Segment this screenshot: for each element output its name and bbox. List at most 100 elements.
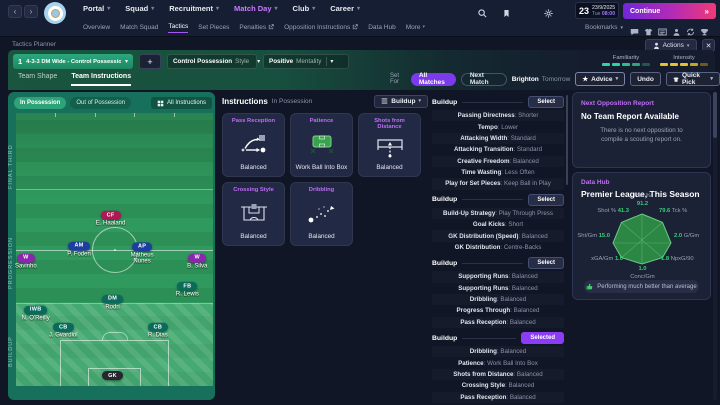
subnav-tactics[interactable]: Tactics <box>168 23 188 33</box>
card-crossing-style[interactable]: Crossing Style Balanced <box>222 182 285 246</box>
role-badge: W <box>17 253 35 262</box>
date-time: 08:00 <box>602 11 615 17</box>
player-name: P. Foden <box>60 251 98 258</box>
continue-button[interactable]: Continue » <box>623 3 716 19</box>
nav-item-club[interactable]: Club▾ <box>293 4 316 13</box>
subnav-match-squad[interactable]: Match Squad <box>120 24 158 33</box>
game-date[interactable]: 23 23/9/2025 Tue08:00 <box>575 2 619 19</box>
quick-pick-button[interactable]: Quick Pick ▾ <box>666 72 720 86</box>
nav-item-match-day[interactable]: Match Day▾ <box>234 4 278 13</box>
player-fb[interactable]: FB R. Lewis <box>165 282 209 299</box>
tab-team-instructions[interactable]: Team Instructions <box>71 73 131 86</box>
phase-dropdown[interactable]: Buildup ▾ <box>374 95 428 108</box>
subnav-more[interactable]: More▾ <box>406 24 425 33</box>
player-cb-left[interactable]: CB J. Gvardiol <box>41 323 85 340</box>
window-scrollbar-thumb[interactable] <box>713 92 717 138</box>
tactics-pitch[interactable]: CF E. Haaland AM P. Foden AP Matheus Nun… <box>16 113 213 386</box>
gear-icon[interactable] <box>540 7 556 19</box>
tab-team-shape[interactable]: Team Shape <box>18 73 57 86</box>
chevron-down-icon: ▾ <box>710 76 713 82</box>
report-panel-title: Next Opposition Report <box>581 100 702 107</box>
instruction-row[interactable]: Supporting RunsBalanced <box>432 271 564 282</box>
chevron-down-icon: ▾ <box>151 5 154 12</box>
instruction-row[interactable]: Supporting RunsBalanced <box>432 283 564 294</box>
subnav-label: Overview <box>83 24 110 31</box>
card-shots-from-distance[interactable]: Shots from Distance Balanced <box>358 113 421 177</box>
instruction-row[interactable]: Creative FreedomBalanced <box>432 156 564 167</box>
subnav-opposition-instructions[interactable]: Opposition Instructions <box>284 24 358 33</box>
player-am[interactable]: AM P. Foden <box>57 241 101 258</box>
style-dropdown[interactable]: Control Possession Style ▾ <box>167 54 257 69</box>
card-dribbling[interactable]: Dribbling Balanced <box>290 182 353 246</box>
role-badge: AM <box>68 241 89 250</box>
role-badge: IWB <box>24 305 48 314</box>
history-forward-button[interactable]: › <box>24 5 38 18</box>
instruction-row[interactable]: Crossing StyleBalanced <box>432 380 564 391</box>
player-gk[interactable]: GK <box>91 371 135 381</box>
select-button[interactable]: Select <box>528 257 564 269</box>
subnav-penalties[interactable]: Penalties <box>239 24 274 33</box>
tactic-selector-dropdown[interactable]: 1 4-3-3 DM Wide - Control Possession ▾ <box>13 54 133 69</box>
instruction-row[interactable]: Time WastingLess Often <box>432 167 564 178</box>
instruction-row[interactable]: DribblingBalanced <box>432 346 564 357</box>
in-possession-tab[interactable]: In Possession <box>14 97 66 109</box>
nav-item-career[interactable]: Career▾ <box>330 4 360 13</box>
instruction-row[interactable]: Attacking WidthStandard <box>432 133 564 144</box>
card-patience[interactable]: Patience Work Ball Into Box <box>290 113 353 177</box>
instruction-row[interactable]: DribblingBalanced <box>432 294 564 305</box>
add-tactic-button[interactable]: + <box>139 54 161 69</box>
instruction-row[interactable]: TempoLower <box>432 121 564 132</box>
player-w-left[interactable]: W Savinho <box>8 253 48 270</box>
player-iwb[interactable]: IWB N. O'Reilly <box>14 305 58 322</box>
instruction-row[interactable]: GK DistributionCentre-Backs <box>432 242 564 253</box>
chat-icon[interactable] <box>630 23 639 41</box>
instruction-row[interactable]: Progress ThroughBalanced <box>432 305 564 316</box>
instruction-row[interactable]: GK Distribution (Speed)Balanced <box>432 230 564 241</box>
instruction-row[interactable]: Shots from DistanceBalanced <box>432 369 564 380</box>
all-matches-toggle[interactable]: All Matches <box>411 73 456 86</box>
bookmark-icon[interactable] <box>498 7 514 19</box>
undo-button[interactable]: Undo <box>630 72 661 86</box>
player-ap[interactable]: AP Matheus Nunes <box>120 242 164 265</box>
role-badge: W <box>188 253 206 262</box>
bookmarks-dropdown[interactable]: Bookmarks ▾ <box>585 24 623 31</box>
nav-item-squad[interactable]: Squad▾ <box>125 4 154 13</box>
mentality-dropdown[interactable]: Positive Mentality ▾ <box>263 54 349 69</box>
next-match-toggle[interactable]: Next Match <box>461 73 507 86</box>
subnav-label: Data Hub <box>368 24 395 31</box>
nav-label: Match Day <box>234 4 272 13</box>
instruction-row[interactable]: Play for Set PiecesKeep Ball in Play <box>432 178 564 189</box>
player-dm[interactable]: DM Rodri <box>91 294 135 311</box>
all-instructions-button[interactable]: All Instructions <box>151 97 212 109</box>
subnav-data-hub[interactable]: Data Hub <box>368 24 395 33</box>
selected-button[interactable]: Selected <box>521 332 564 344</box>
instruction-row[interactable]: PatienceWork Ball Into Box <box>432 357 564 368</box>
instruction-row[interactable]: Pass ReceptionBalanced <box>432 317 564 328</box>
groups-scrollbar[interactable] <box>566 95 568 185</box>
date-day: 23 <box>579 6 589 16</box>
instruction-row[interactable]: Passing DirectnessShorter <box>432 110 564 121</box>
chevron-down-icon: ▾ <box>423 24 426 30</box>
subnav-overview[interactable]: Overview <box>83 24 110 33</box>
player-w-right[interactable]: W B. Silva <box>175 253 215 270</box>
search-icon[interactable] <box>474 7 490 19</box>
role-badge: DM <box>102 294 123 303</box>
select-button[interactable]: Select <box>528 96 564 108</box>
player-cb-right[interactable]: CB R. Dias <box>136 323 180 340</box>
select-button[interactable]: Select <box>528 194 564 206</box>
window-scrollbar-track[interactable] <box>713 92 717 400</box>
nav-item-recruitment[interactable]: Recruitment▾ <box>169 4 219 13</box>
advice-button[interactable]: ★ Advice ▾ <box>575 72 625 86</box>
instruction-row[interactable]: Goal KicksShort <box>432 219 564 230</box>
instruction-row[interactable]: Attacking TransitionStandard <box>432 144 564 155</box>
instruction-row[interactable]: Build-Up StrategyPlay Through Press <box>432 208 564 219</box>
card-pass-reception[interactable]: Pass Reception Balanced <box>222 113 285 177</box>
subnav-set-pieces[interactable]: Set Pieces <box>198 24 229 33</box>
shots-from-distance-icon <box>375 134 405 160</box>
history-back-button[interactable]: ‹ <box>8 5 22 18</box>
instruction-row[interactable]: Pass ReceptionBalanced <box>432 392 564 403</box>
nav-item-portal[interactable]: Portal▾ <box>83 4 110 13</box>
player-cf[interactable]: CF E. Haaland <box>89 211 133 228</box>
out-of-possession-tab[interactable]: Out of Possession <box>70 97 131 109</box>
club-crest-logo[interactable] <box>44 2 66 24</box>
